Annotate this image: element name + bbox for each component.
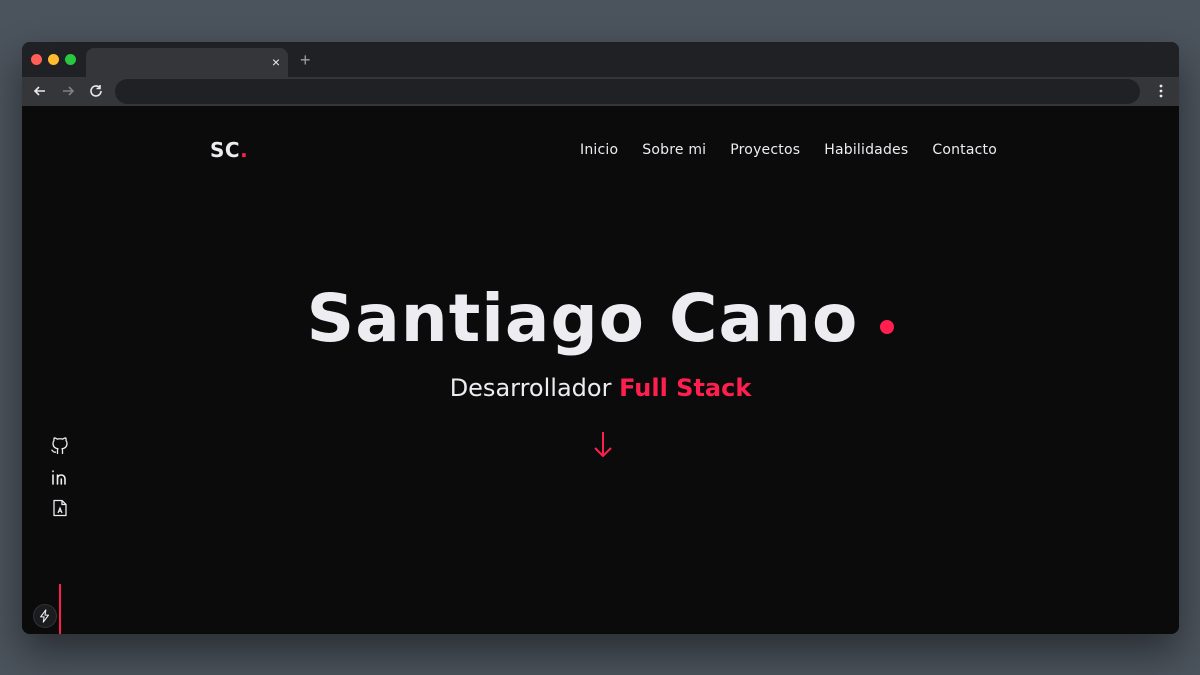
close-window-button[interactable] xyxy=(31,54,42,65)
linkedin-link[interactable] xyxy=(50,467,70,487)
main-nav: Inicio Sobre mi Proyectos Habilidades Co… xyxy=(580,142,997,158)
social-links xyxy=(50,436,70,529)
hero-subtitle: Desarrollador Full Stack xyxy=(22,374,1179,402)
reload-icon xyxy=(90,85,102,97)
browser-window: × + SC. Inicio Sobre mi Proyectos Habili… xyxy=(22,42,1179,634)
browser-menu-button[interactable] xyxy=(1151,81,1171,101)
logo-text: SC xyxy=(210,138,241,162)
nav-inicio[interactable]: Inicio xyxy=(580,142,618,158)
new-tab-button[interactable]: + xyxy=(300,50,311,70)
reload-button[interactable] xyxy=(86,81,106,101)
nav-contacto[interactable]: Contacto xyxy=(932,142,997,158)
minimize-window-button[interactable] xyxy=(48,54,59,65)
tab-bar: × + xyxy=(22,42,1179,77)
forward-button[interactable] xyxy=(58,81,78,101)
resume-link[interactable] xyxy=(50,498,70,518)
browser-toolbar xyxy=(22,77,1179,106)
arrow-right-icon xyxy=(63,86,75,96)
nav-proyectos[interactable]: Proyectos xyxy=(730,142,800,158)
arrow-left-icon xyxy=(33,86,45,96)
hero-name-text: Santiago Cano xyxy=(306,280,859,357)
site-logo[interactable]: SC. xyxy=(210,138,248,162)
scroll-down-button[interactable] xyxy=(591,430,615,460)
nav-sobre-mi[interactable]: Sobre mi xyxy=(642,142,706,158)
address-bar[interactable] xyxy=(115,79,1140,104)
maximize-window-button[interactable] xyxy=(65,54,76,65)
github-icon xyxy=(51,437,68,454)
arrow-down-icon xyxy=(594,432,612,458)
resume-icon xyxy=(53,499,67,517)
subtitle-plain: Desarrollador xyxy=(449,374,620,402)
bolt-button[interactable] xyxy=(33,604,57,628)
page-content: SC. Inicio Sobre mi Proyectos Habilidade… xyxy=(22,106,1179,634)
linkedin-icon xyxy=(52,470,66,485)
browser-tab[interactable]: × xyxy=(86,48,288,77)
subtitle-accent: Full Stack xyxy=(619,374,752,402)
logo-dot: . xyxy=(240,138,249,162)
accent-dot xyxy=(880,319,895,334)
nav-habilidades[interactable]: Habilidades xyxy=(824,142,908,158)
more-vert-icon xyxy=(1159,84,1163,98)
tab-close-icon[interactable]: × xyxy=(272,53,280,71)
lightning-icon xyxy=(40,609,50,623)
back-button[interactable] xyxy=(30,81,50,101)
github-link[interactable] xyxy=(50,436,70,456)
hero-title: Santiago Cano xyxy=(22,280,1179,357)
social-divider-line xyxy=(59,584,61,634)
